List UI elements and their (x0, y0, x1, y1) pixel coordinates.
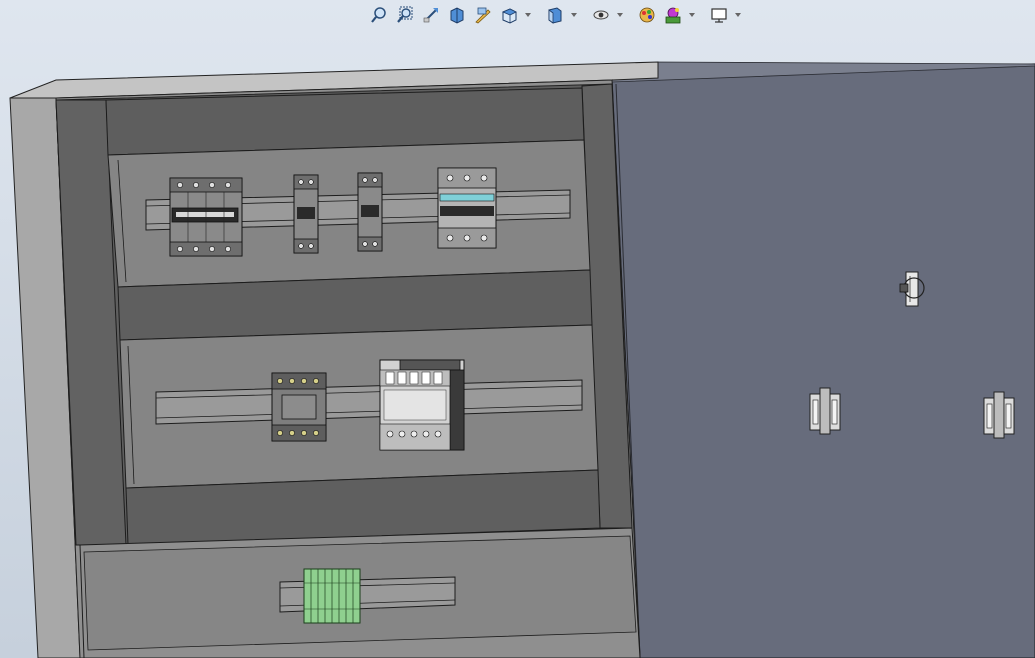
previous-view-icon[interactable] (420, 4, 442, 26)
dynamic-annotation-icon[interactable] (472, 4, 494, 26)
chevron-down-icon[interactable] (616, 4, 624, 26)
single-pole-breaker[interactable] (357, 172, 383, 252)
display-style-icon[interactable] (544, 4, 566, 26)
door-hinge-icon (983, 391, 1015, 439)
3d-viewport[interactable] (0, 0, 1035, 658)
chevron-down-icon[interactable] (570, 4, 578, 26)
heads-up-view-toolbar (368, 3, 742, 27)
edit-appearance-icon[interactable] (636, 4, 658, 26)
apply-scene-icon[interactable] (662, 4, 684, 26)
view-orientation-icon[interactable] (498, 4, 520, 26)
zoom-to-fit-icon[interactable] (368, 4, 390, 26)
power-supply[interactable] (379, 359, 465, 451)
door-hinge-icon (809, 387, 841, 435)
cabinet-door[interactable] (611, 61, 1035, 658)
view-settings-icon[interactable] (708, 4, 730, 26)
contactor[interactable] (271, 372, 327, 442)
chevron-down-icon[interactable] (688, 4, 696, 26)
chevron-down-icon[interactable] (734, 4, 742, 26)
single-pole-breaker[interactable] (293, 174, 319, 254)
rccb-device[interactable] (437, 167, 497, 249)
terminal-block-strip[interactable] (303, 568, 361, 624)
hide-show-items-icon[interactable] (590, 4, 612, 26)
chevron-down-icon[interactable] (524, 4, 532, 26)
section-view-icon[interactable] (446, 4, 468, 26)
four-pole-breaker[interactable] (169, 177, 243, 257)
zoom-to-area-icon[interactable] (394, 4, 416, 26)
